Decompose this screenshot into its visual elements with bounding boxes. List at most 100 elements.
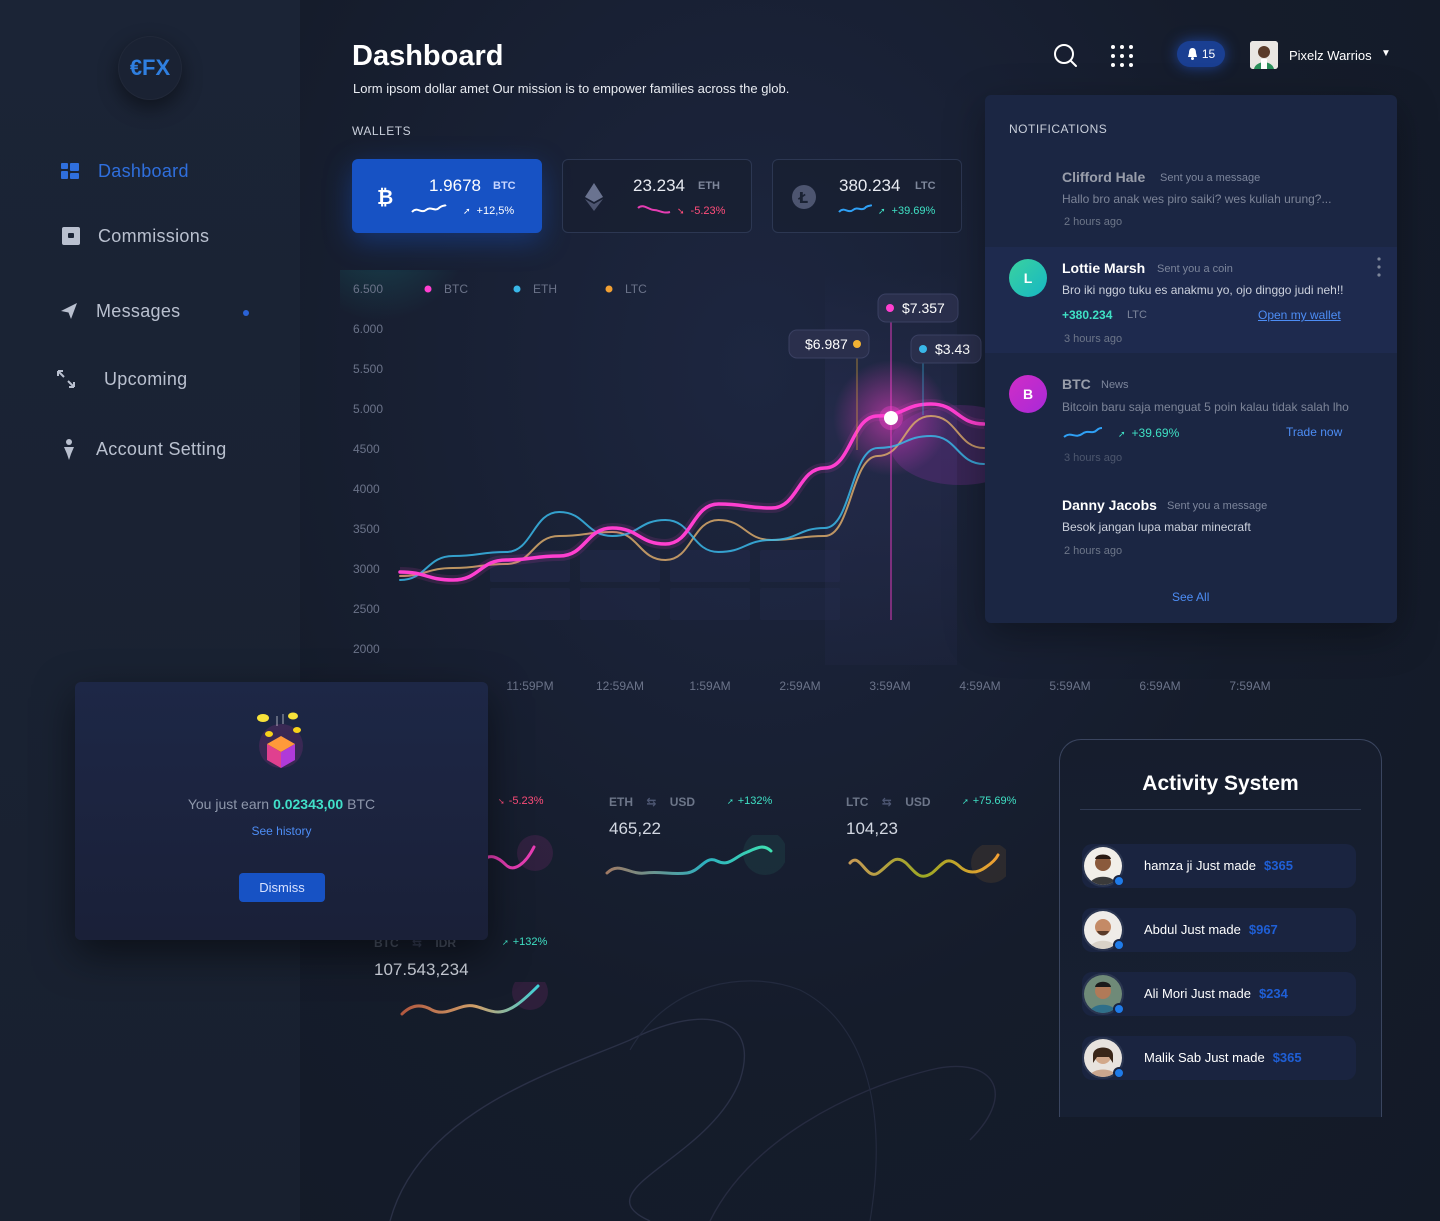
pair-change: ➘ -5.23% bbox=[498, 795, 544, 807]
notification-message: Bitcoin baru saja menguat 5 poin kalau t… bbox=[1062, 400, 1349, 414]
x-tick-label: 7:59AM bbox=[1229, 679, 1270, 693]
wallet-change: ➚ +39.69% bbox=[878, 205, 936, 217]
user-avatar[interactable] bbox=[1250, 41, 1278, 69]
x-tick-label: 4:59AM bbox=[959, 679, 1000, 693]
dismiss-button[interactable]: Dismiss bbox=[239, 873, 325, 902]
arrow-up-icon: ➚ bbox=[962, 797, 969, 806]
wallet-value: 380.234 bbox=[839, 176, 901, 195]
activity-text: Ali Mori Just made $234 bbox=[1144, 986, 1288, 1001]
pair-card-ltc-usd[interactable]: LTC ⇆ USD ➚ +75.69% 104,23 bbox=[846, 795, 1026, 895]
notification-change: ➚ +39.69% bbox=[1118, 426, 1180, 440]
notification-message: Besok jangan lupa mabar minecraft bbox=[1062, 520, 1251, 534]
pair-header: LTC ⇆ USD bbox=[846, 795, 931, 809]
pair-card-eth-usd[interactable]: ETH ⇆ USD ➚ +132% 465,22 bbox=[605, 795, 785, 895]
notification-sender: Danny Jacobs bbox=[1062, 497, 1157, 513]
notification-amount: +380.234 bbox=[1062, 308, 1113, 322]
chevron-down-icon[interactable]: ▼ bbox=[1381, 48, 1391, 59]
see-history-link[interactable]: See history bbox=[75, 824, 488, 838]
pair-card-btc-idr[interactable]: BTC ⇆ IDR ➚ +132% 107.543,234 bbox=[374, 936, 564, 1026]
notification-item[interactable]: L Lottie Marsh Sent you a coin Bro iki n… bbox=[985, 247, 1397, 353]
bitcoin-icon: ₿ bbox=[371, 184, 397, 210]
pair-header: ETH ⇆ USD bbox=[609, 795, 696, 809]
notification-tag: Sent you a coin bbox=[1157, 263, 1233, 275]
notifications-button[interactable]: 15 bbox=[1177, 41, 1225, 67]
arrow-up-icon: ➚ bbox=[878, 206, 886, 216]
logo-text: €FX bbox=[129, 55, 171, 80]
activity-item[interactable]: hamza ji Just made $365 bbox=[1082, 844, 1356, 888]
sidebar-item-dashboard[interactable]: Dashboard bbox=[60, 160, 189, 182]
dashboard-icon bbox=[60, 160, 82, 182]
wallet-sparkline bbox=[637, 205, 671, 214]
user-name[interactable]: Pixelz Warrios bbox=[1289, 48, 1372, 63]
y-tick-label: 3500 bbox=[353, 522, 380, 536]
pair-card-partial[interactable]: ➘ -5.23% bbox=[480, 795, 560, 895]
legend-dot bbox=[605, 285, 613, 293]
arrow-down-icon: ➘ bbox=[677, 206, 685, 216]
tooltip-label: $3.43 bbox=[935, 341, 970, 357]
activity-panel: Activity System hamza ji Just made $365 A… bbox=[1059, 739, 1382, 1117]
notification-item[interactable]: Clifford Hale Sent you a message Hallo b… bbox=[985, 155, 1397, 245]
trade-now-link[interactable]: Trade now bbox=[1286, 425, 1342, 439]
sidebar-item-messages[interactable]: Messages bbox=[58, 300, 180, 322]
notification-avatar: B bbox=[1009, 375, 1047, 413]
more-options-icon[interactable] bbox=[1377, 257, 1381, 277]
activity-item[interactable]: Abdul Just made $967 bbox=[1082, 908, 1356, 952]
search-icon bbox=[1054, 44, 1077, 67]
y-tick-label: 6.000 bbox=[353, 322, 383, 336]
sidebar-item-upcoming[interactable]: Upcoming bbox=[55, 368, 187, 390]
notification-item[interactable]: Danny Jacobs Sent you a message Besok ja… bbox=[985, 485, 1397, 565]
notification-sparkline bbox=[1063, 427, 1103, 438]
sidebar-item-commissions[interactable]: Commissions bbox=[60, 225, 209, 247]
tooltip-dot bbox=[853, 340, 861, 348]
legend-label: BTC bbox=[444, 282, 468, 296]
arrow-up-icon: ➚ bbox=[463, 206, 471, 216]
search-button[interactable] bbox=[1052, 42, 1078, 73]
swap-icon: ⇆ bbox=[646, 795, 657, 809]
x-tick-label: 11:59PM bbox=[506, 679, 553, 693]
activity-item[interactable]: Malik Sab Just made $365 bbox=[1082, 1036, 1356, 1080]
notification-sender: Lottie Marsh bbox=[1062, 260, 1146, 276]
wallet-sparkline bbox=[838, 204, 872, 213]
notification-time: 3 hours ago bbox=[1064, 452, 1123, 464]
chart-backdrop-block bbox=[580, 588, 660, 620]
send-icon bbox=[58, 300, 80, 322]
notification-message: Bro iki nggo tuku es anakmu yo, ojo ding… bbox=[1062, 283, 1344, 297]
open-wallet-link[interactable]: Open my wallet bbox=[1258, 308, 1341, 322]
activity-amount: $967 bbox=[1248, 922, 1278, 937]
chart-backdrop-block bbox=[490, 588, 570, 620]
tooltip-dot bbox=[886, 304, 894, 312]
tooltip-label: $6.987 bbox=[805, 336, 848, 352]
activity-text: Malik Sab Just made $365 bbox=[1144, 1050, 1302, 1065]
notification-time: 2 hours ago bbox=[1064, 545, 1123, 557]
notification-count: 15 bbox=[1201, 47, 1216, 61]
wallet-card-ltc[interactable]: Ł 380.234 LTC ➚ +39.69% bbox=[772, 159, 962, 233]
x-tick-label: 2:59AM bbox=[779, 679, 820, 693]
see-all-link[interactable]: See All bbox=[1172, 590, 1209, 604]
wallet-card-eth[interactable]: 23.234 ETH ➘ -5.23% bbox=[562, 159, 752, 233]
pair-sparkline bbox=[848, 845, 1006, 883]
divider bbox=[1080, 809, 1361, 810]
activity-item[interactable]: Ali Mori Just made $234 bbox=[1082, 972, 1356, 1016]
apps-button[interactable] bbox=[1110, 44, 1134, 73]
wallet-symbol: LTC bbox=[915, 180, 936, 192]
pair-change: ➚ +132% bbox=[502, 936, 548, 948]
treasure-box-icon bbox=[257, 712, 303, 768]
bell-icon bbox=[1187, 48, 1197, 60]
tooltip-dot bbox=[919, 345, 927, 353]
x-tick-label: 6:59AM bbox=[1139, 679, 1180, 693]
y-tick-label: 2500 bbox=[353, 602, 380, 616]
tooltip-label: $7.357 bbox=[902, 300, 945, 316]
notifications-panel: NOTIFICATIONS Clifford Hale Sent you a m… bbox=[985, 95, 1397, 623]
wallet-card-btc[interactable]: ₿ 1.9678 BTC ➚ +12,5% bbox=[352, 159, 542, 233]
notification-item[interactable]: B BTC News Bitcoin baru saja menguat 5 p… bbox=[985, 355, 1397, 470]
ethereum-icon bbox=[581, 183, 607, 211]
earn-amount: 0.02343,00 bbox=[273, 796, 344, 812]
sidebar-item-label: Dashboard bbox=[98, 160, 189, 181]
notifications-title: NOTIFICATIONS bbox=[1009, 122, 1108, 136]
wallet-value: 1.9678 bbox=[429, 176, 481, 195]
brand-logo[interactable]: €FX bbox=[118, 36, 182, 100]
sidebar-item-account-setting[interactable]: Account Setting bbox=[58, 438, 227, 460]
x-tick-label: 3:59AM bbox=[869, 679, 910, 693]
apps-grid-icon bbox=[1111, 45, 1133, 67]
notification-sender: BTC bbox=[1062, 376, 1091, 392]
